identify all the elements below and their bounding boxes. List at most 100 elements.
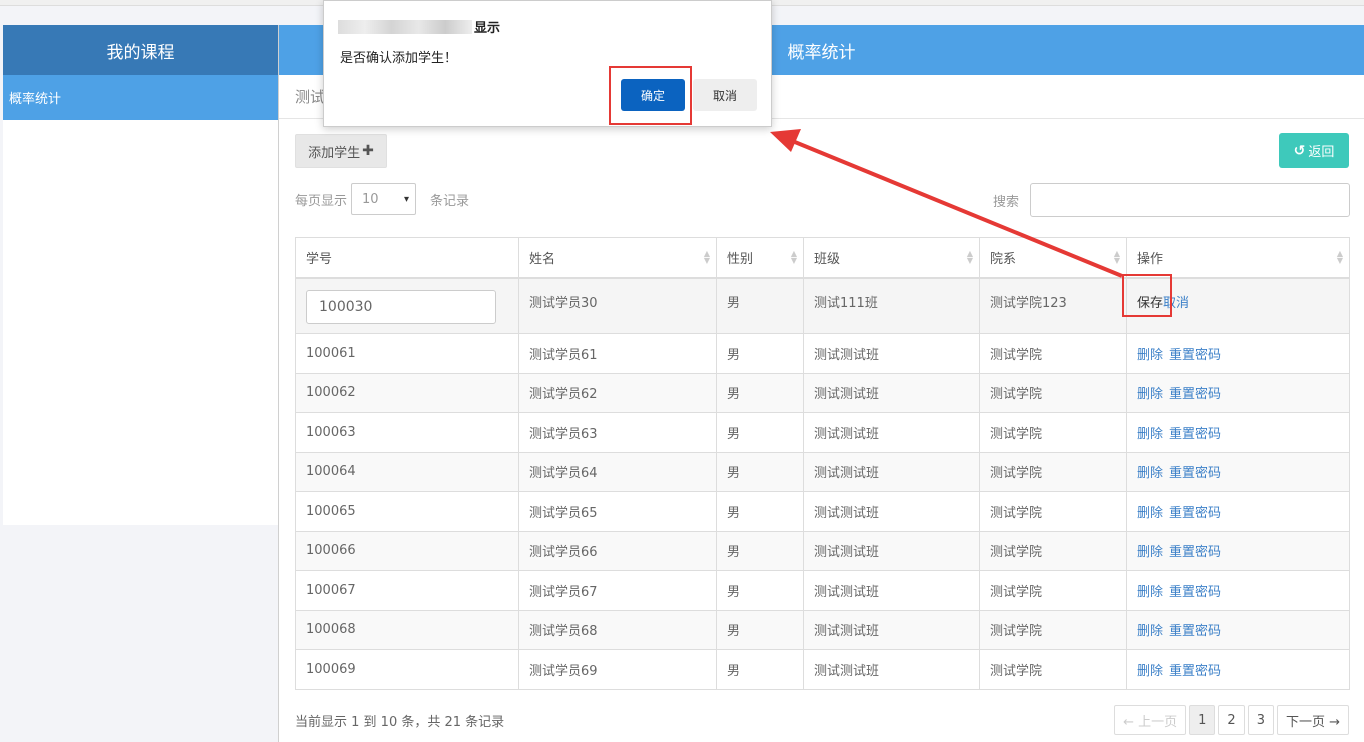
- reset-password-link[interactable]: 重置密码: [1169, 348, 1221, 363]
- highlight-confirm-box: [609, 66, 692, 125]
- cell-name: 测试学员65: [518, 491, 717, 532]
- back-button[interactable]: ↺ 返回: [1279, 133, 1349, 168]
- reset-password-link[interactable]: 重置密码: [1169, 466, 1221, 481]
- cell-dept: 测试学院: [979, 649, 1127, 690]
- header-class[interactable]: 班级 ▲ ▼: [803, 237, 980, 279]
- reset-password-link[interactable]: 重置密码: [1169, 624, 1221, 639]
- cell-id: 100068: [295, 609, 519, 650]
- page-button-1[interactable]: 1: [1189, 705, 1216, 735]
- cell-gender: 男: [716, 451, 804, 492]
- page-size-value: 10: [362, 191, 379, 207]
- sort-icon: ▲ ▼: [1336, 249, 1343, 265]
- cell-gender: 男: [716, 609, 804, 650]
- redacted-site-name: [338, 19, 472, 34]
- cell-name: 测试学员69: [518, 649, 717, 690]
- delete-link[interactable]: 删除: [1137, 664, 1163, 679]
- cell-id: 100062: [295, 372, 519, 413]
- reset-password-link[interactable]: 重置密码: [1169, 387, 1221, 402]
- delete-link[interactable]: 删除: [1137, 506, 1163, 521]
- header-id[interactable]: 学号: [295, 237, 519, 279]
- sort-icon: ▲ ▼: [790, 249, 797, 265]
- header-label: 操作: [1137, 251, 1164, 267]
- cell-actions: 删除 重置密码: [1126, 333, 1350, 374]
- page-button-2[interactable]: 2: [1218, 705, 1245, 735]
- cell-actions: 删除 重置密码: [1126, 491, 1350, 532]
- cell-gender: 男: [716, 491, 804, 532]
- delete-link[interactable]: 删除: [1137, 585, 1163, 600]
- cell-gender: 男: [716, 570, 804, 611]
- back-label: 返回: [1308, 145, 1335, 160]
- cell-name: 测试学员62: [518, 372, 717, 413]
- delete-link[interactable]: 删除: [1137, 348, 1163, 363]
- cell-id: 100067: [295, 570, 519, 611]
- delete-link[interactable]: 删除: [1137, 466, 1163, 481]
- main-panel: 概率统计 测试 添加学生 ✚ ↺ 返回 每页显示 10 ▾ 条记录 搜索 学号 …: [278, 25, 1364, 742]
- student-id-input[interactable]: 100030: [306, 289, 496, 324]
- table-row: 100061 测试学员61 男测试测试班 测试学院 删除 重置密码: [295, 333, 1350, 374]
- page-size-suffix: 条记录: [430, 193, 470, 209]
- undo-icon: ↺: [1293, 142, 1306, 159]
- reset-password-link[interactable]: 重置密码: [1169, 585, 1221, 600]
- page-size-prefix: 每页显示: [295, 193, 348, 209]
- reset-password-link[interactable]: 重置密码: [1169, 664, 1221, 679]
- sidebar: 我的课程 概率统计: [3, 25, 278, 525]
- sidebar-item-course[interactable]: 概率统计: [3, 75, 278, 120]
- page-button-3[interactable]: 3: [1247, 705, 1274, 735]
- cell-actions: 删除 重置密码: [1126, 530, 1350, 571]
- add-student-label: 添加学生: [308, 145, 361, 161]
- header-dept[interactable]: 院系 ▲ ▼: [979, 237, 1127, 279]
- cell-class: 测试测试班: [803, 649, 980, 690]
- dialog-title: 显示: [338, 17, 500, 36]
- header-label: 姓名: [529, 251, 556, 267]
- cell-id: 100063: [295, 412, 519, 453]
- header-actions[interactable]: 操作 ▲ ▼: [1126, 237, 1350, 279]
- header-gender[interactable]: 性别 ▲ ▼: [716, 237, 804, 279]
- cell-id: 100065: [295, 491, 519, 532]
- search-label: 搜索: [993, 195, 1020, 210]
- reset-password-link[interactable]: 重置密码: [1169, 427, 1221, 442]
- cell-gender: 男: [716, 277, 804, 334]
- add-student-button[interactable]: 添加学生 ✚: [295, 134, 387, 168]
- cell-actions: 删除 重置密码: [1126, 649, 1350, 690]
- cell-dept: 测试学院: [979, 609, 1127, 650]
- confirm-dialog: 显示 是否确认添加学生！ 确定 取消: [323, 0, 772, 127]
- header-label: 性别: [727, 251, 754, 267]
- pagination-info: 当前显示 1 到 10 条，共 21 条记录: [295, 715, 505, 730]
- cell-gender: 男: [716, 333, 804, 374]
- cell-id: 100066: [295, 530, 519, 571]
- cell-name: 测试学员67: [518, 570, 717, 611]
- cell-name: 测试学员30: [518, 277, 717, 334]
- cell-dept: 测试学院123: [979, 277, 1127, 334]
- delete-link[interactable]: 删除: [1137, 624, 1163, 639]
- cell-actions: 删除 重置密码: [1126, 609, 1350, 650]
- cell-actions: 删除 重置密码: [1126, 570, 1350, 611]
- sort-icon: ▲ ▼: [1113, 249, 1120, 265]
- highlight-save-box: [1122, 274, 1172, 317]
- chevron-down-icon: ▾: [403, 193, 410, 205]
- cell-actions: 删除 重置密码: [1126, 451, 1350, 492]
- delete-link[interactable]: 删除: [1137, 387, 1163, 402]
- search-input[interactable]: [1030, 183, 1350, 217]
- prev-page-button[interactable]: ← 上一页: [1114, 705, 1187, 735]
- reset-password-link[interactable]: 重置密码: [1169, 545, 1221, 560]
- page-size-select[interactable]: 10 ▾: [351, 183, 417, 215]
- pagination: ← 上一页 1 2 3 下一页 →: [1111, 705, 1349, 735]
- student-table: 学号 姓名 ▲ ▼ 性别 ▲ ▼ 班级 ▲ ▼ 院系 ▲ ▼ 操作 ▲ ▼ 100030 测试学员3…: [295, 237, 1350, 690]
- table-row-edit: 100030 测试学员30 男 测试111班 测试学院123 保存取消: [295, 277, 1350, 334]
- delete-link[interactable]: 删除: [1137, 545, 1163, 560]
- table-row: 100063 测试学员63 男测试测试班 测试学院 删除 重置密码: [295, 412, 1350, 453]
- header-label: 院系: [990, 251, 1017, 267]
- sort-icon: ▲ ▼: [703, 249, 710, 265]
- cell-class: 测试测试班: [803, 609, 980, 650]
- cell-name: 测试学员68: [518, 609, 717, 650]
- next-page-button[interactable]: 下一页 →: [1276, 705, 1349, 735]
- header-name[interactable]: 姓名 ▲ ▼: [518, 237, 717, 279]
- cell-name: 测试学员61: [518, 333, 717, 374]
- dialog-cancel-button[interactable]: 取消: [693, 79, 757, 111]
- cell-dept: 测试学院: [979, 491, 1127, 532]
- delete-link[interactable]: 删除: [1137, 427, 1163, 442]
- table-row: 100068 测试学员68 男测试测试班 测试学院 删除 重置密码: [295, 609, 1350, 650]
- dialog-message: 是否确认添加学生！: [340, 51, 458, 66]
- reset-password-link[interactable]: 重置密码: [1169, 506, 1221, 521]
- cell-dept: 测试学院: [979, 372, 1127, 413]
